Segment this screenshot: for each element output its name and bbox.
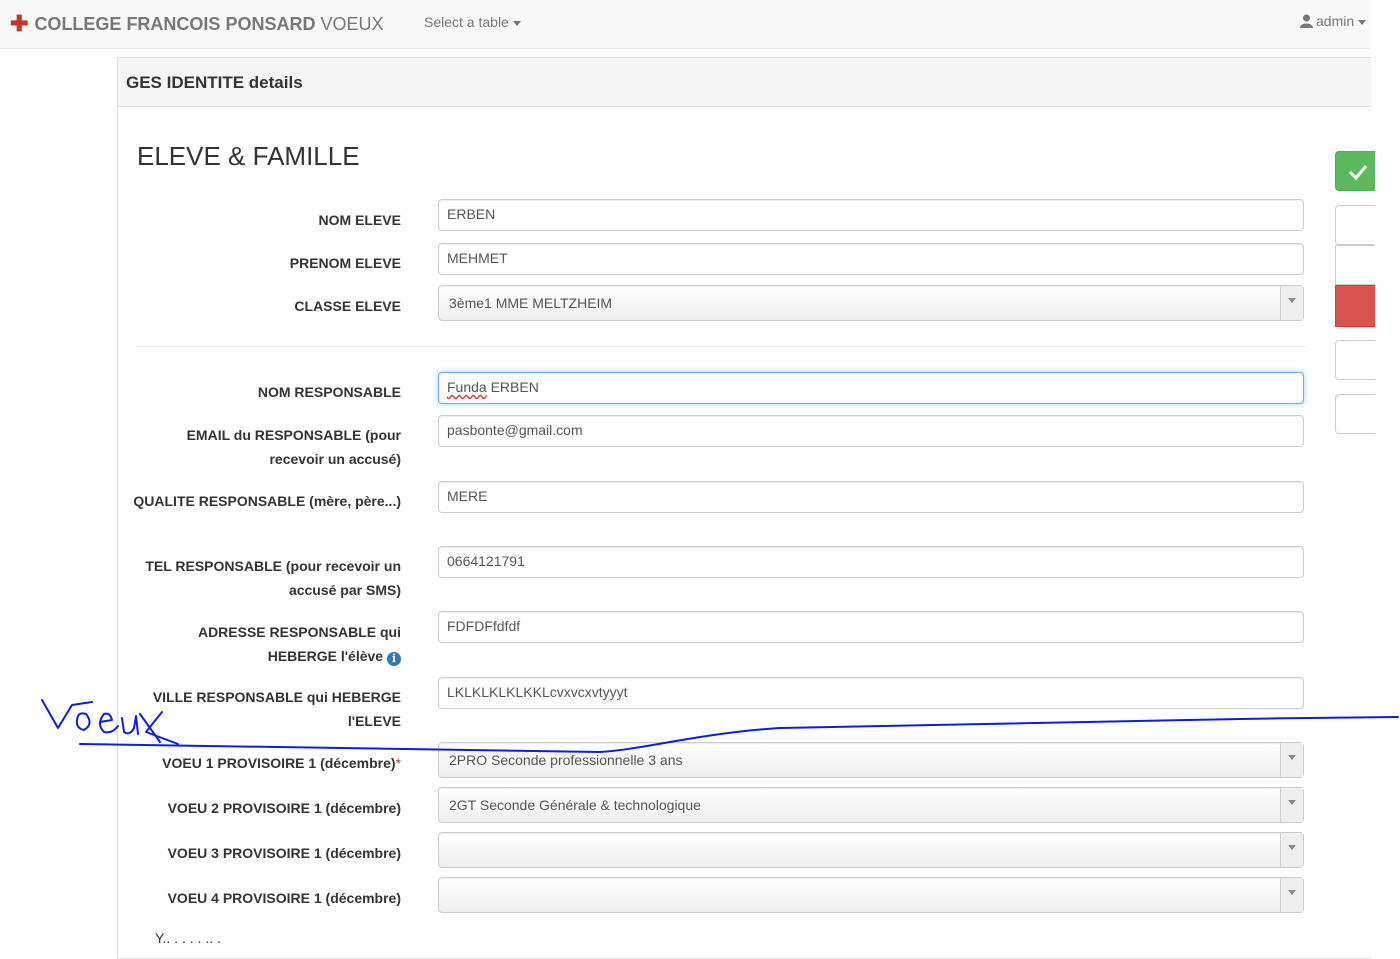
select-table-dropdown[interactable]: Select a table — [424, 14, 521, 30]
panel-heading: GES IDENTITE details — [118, 58, 1371, 107]
label-nom-responsable: NOM RESPONSABLE — [257, 384, 401, 400]
section-title: ELEVE & FAMILLE — [137, 141, 360, 171]
classe-eleve-value: 3ème1 MME MELTZHEIM — [449, 295, 613, 311]
cut-off-text: Y.. . . . . .. . — [155, 930, 221, 946]
label-qualite-rest: (mère, père...) — [305, 493, 401, 509]
side-action-button-4[interactable] — [1335, 394, 1375, 434]
label-email-bold: EMAIL du RESPONSABLE — [186, 427, 362, 443]
label-tel-bold: TEL RESPONSABLE — [145, 558, 282, 574]
brand-subtitle: VOEUX — [320, 14, 384, 34]
label-tel-rest: (pour recevoir un accusé par SMS) — [281, 558, 401, 598]
required-mark: * — [395, 755, 401, 771]
email-responsable-input[interactable]: pasbonte@gmail.com — [438, 415, 1304, 447]
caret-down-icon — [1358, 19, 1367, 25]
voeu1-select[interactable]: 2PRO Seconde professionnelle 3 ans — [438, 742, 1304, 778]
save-button[interactable] — [1335, 151, 1375, 191]
label-nom-eleve: NOM ELEVE — [318, 212, 401, 228]
brand-title: COLLEGE FRANCOIS PONSARD — [34, 14, 316, 34]
nom-responsable-rest: ERBEN — [486, 379, 539, 395]
delete-button[interactable] — [1335, 285, 1375, 327]
plus-cross-icon: ✚ — [10, 11, 29, 36]
label-voeu4: VOEU 4 PROVISOIRE 1 (décembre) — [167, 890, 401, 906]
prenom-eleve-input[interactable]: MEHMET — [438, 243, 1304, 275]
select-arrow-icon[interactable] — [1280, 833, 1303, 867]
nom-eleve-input[interactable]: ERBEN — [438, 199, 1304, 231]
user-icon — [1300, 14, 1313, 28]
label-voeu3: VOEU 3 PROVISOIRE 1 (décembre) — [167, 845, 401, 861]
user-name: admin — [1316, 13, 1355, 29]
select-table-label: Select a table — [424, 14, 509, 30]
tel-responsable-input[interactable]: 0664121791 — [438, 546, 1304, 578]
voeu1-value: 2PRO Seconde professionnelle 3 ans — [449, 752, 683, 768]
label-ville-responsable: VILLE RESPONSABLE qui HEBERGE l'ELEVE — [131, 685, 401, 733]
top-navbar: ✚ COLLEGE FRANCOIS PONSARD VOEUX Select a… — [0, 0, 1370, 49]
brand-link[interactable]: ✚ COLLEGE FRANCOIS PONSARD VOEUX — [10, 10, 384, 36]
panel-title: GES IDENTITE details — [126, 73, 303, 92]
classe-eleve-select[interactable]: 3ème1 MME MELTZHEIM — [438, 285, 1304, 321]
nom-responsable-input[interactable]: Funda ERBEN — [438, 372, 1304, 404]
label-classe-eleve: CLASSE ELEVE — [294, 298, 401, 314]
qualite-responsable-input[interactable]: MERE — [438, 481, 1304, 513]
ville-responsable-input[interactable]: LKLKLKLKLKKLcvxvcxvtyyyt — [438, 677, 1304, 709]
side-action-button-1[interactable] — [1335, 205, 1375, 245]
label-ville-bold: VILLE RESPONSABLE — [152, 689, 303, 705]
select-arrow-icon[interactable] — [1280, 788, 1303, 822]
label-tel-responsable: TEL RESPONSABLE (pour recevoir un accusé… — [131, 554, 401, 602]
adresse-responsable-input[interactable]: FDFDFfdfdf — [438, 611, 1304, 643]
voeu2-value: 2GT Seconde Générale & technologique — [449, 797, 701, 813]
label-ville-rest: qui HEBERGE l'ELEVE — [302, 689, 401, 729]
label-voeu1-text: VOEU 1 PROVISOIRE 1 (décembre) — [162, 755, 396, 771]
select-arrow-icon[interactable] — [1280, 743, 1303, 777]
voeu3-select[interactable] — [438, 832, 1304, 868]
select-arrow-icon[interactable] — [1280, 878, 1303, 912]
label-prenom-eleve: PRENOM ELEVE — [289, 255, 401, 271]
select-arrow-icon[interactable] — [1280, 286, 1303, 320]
info-icon[interactable]: i — [387, 652, 401, 666]
label-voeu1: VOEU 1 PROVISOIRE 1 (décembre)* — [131, 751, 401, 775]
caret-down-icon — [512, 20, 521, 26]
side-action-button-3[interactable] — [1335, 340, 1375, 380]
user-dropdown[interactable]: admin — [1300, 13, 1367, 29]
label-email-responsable: EMAIL du RESPONSABLE (pour recevoir un a… — [131, 423, 401, 471]
voeu2-select[interactable]: 2GT Seconde Générale & technologique — [438, 787, 1304, 823]
label-adresse-responsable: ADRESSE RESPONSABLE qui HEBERGE l'élève … — [131, 620, 401, 668]
form-divider — [137, 346, 1305, 347]
side-action-button-2[interactable] — [1335, 245, 1375, 285]
check-icon — [1348, 165, 1368, 181]
spellcheck-word: Funda — [447, 379, 487, 395]
label-adresse-bold: ADRESSE RESPONSABLE — [197, 624, 377, 640]
label-voeu2: VOEU 2 PROVISOIRE 1 (décembre) — [167, 800, 401, 816]
label-qualite-bold: QUALITE RESPONSABLE — [133, 493, 306, 509]
voeu4-select[interactable] — [438, 877, 1304, 913]
label-qualite-responsable: QUALITE RESPONSABLE (mère, père...) — [131, 489, 401, 513]
